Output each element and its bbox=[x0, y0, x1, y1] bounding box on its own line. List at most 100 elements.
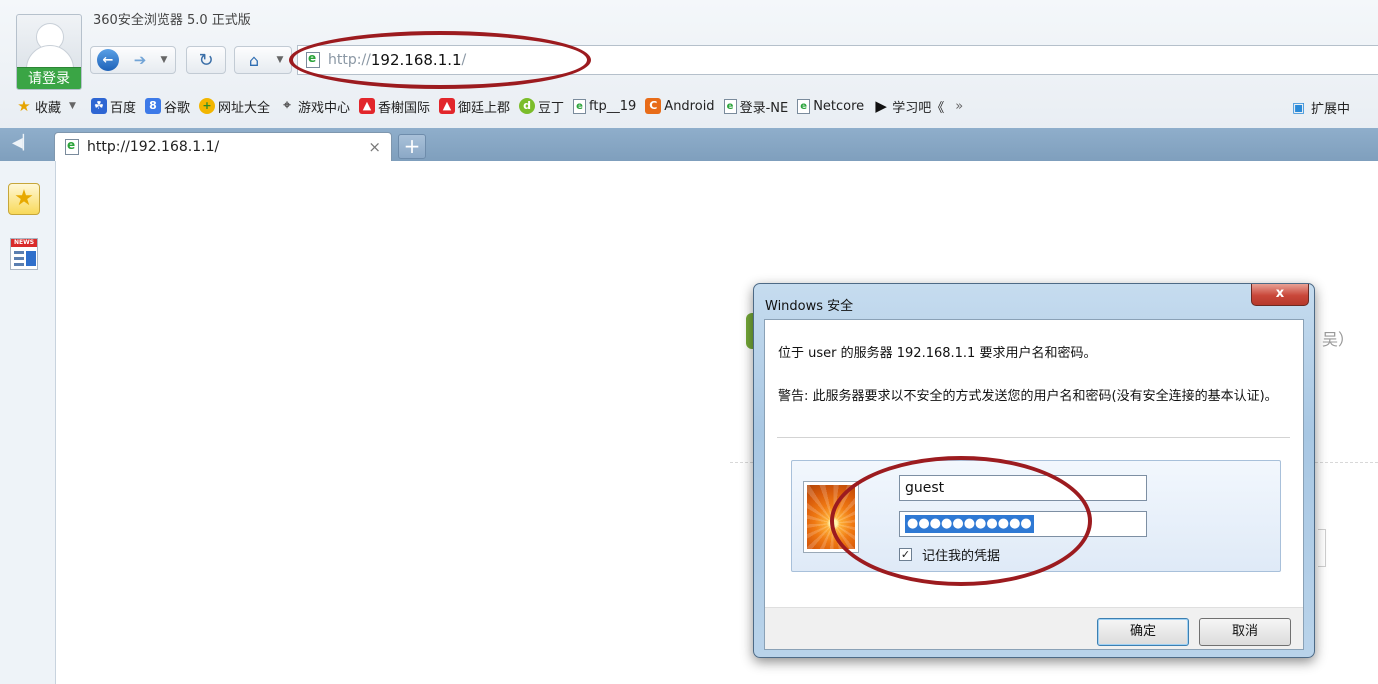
bookmark-label: 百度 bbox=[109, 100, 136, 116]
house-icon: ▲ bbox=[359, 98, 375, 114]
bookmark-label: 登录-NE bbox=[739, 100, 789, 116]
page-icon bbox=[65, 138, 79, 155]
page-icon: e bbox=[573, 98, 587, 114]
baidu-c-icon: C bbox=[645, 98, 662, 114]
dialog-close-button[interactable]: x bbox=[1251, 284, 1309, 306]
password-field[interactable]: ●●●●●●●●●●● bbox=[899, 511, 1147, 537]
baidu-icon: ☘ bbox=[90, 98, 107, 114]
cancel-button[interactable]: 取消 bbox=[1199, 618, 1291, 646]
arrow-left-bar-icon: ◀▏ bbox=[12, 135, 34, 151]
tab-scroll-left-button[interactable]: ◀▏ bbox=[12, 135, 34, 155]
back-arrow-icon: ← bbox=[97, 49, 119, 71]
remember-credentials[interactable]: ✓ 记住我的凭据 bbox=[899, 545, 1000, 564]
page-icon: e bbox=[797, 98, 811, 114]
bookmark-yuting[interactable]: ▲ 御廷上郡 bbox=[439, 97, 510, 116]
user-avatar[interactable]: 请登录 bbox=[16, 14, 82, 90]
remember-label: 记住我的凭据 bbox=[922, 549, 1001, 564]
extensions-button[interactable]: ▣ 扩展中 bbox=[1292, 98, 1351, 118]
news-badge: NEWS bbox=[11, 239, 37, 247]
star-icon: ★ bbox=[14, 186, 34, 211]
dialog-message: 位于 user 的服务器 192.168.1.1 要求用户名和密码。 bbox=[778, 346, 1097, 361]
bookmark-label: 网址大全 bbox=[217, 100, 270, 116]
sidebar-news-button[interactable]: NEWS bbox=[10, 238, 38, 270]
bookmark-games[interactable]: ⌖ 游戏中心 bbox=[279, 97, 350, 116]
app-title: 360安全浏览器 5.0 正式版 bbox=[93, 13, 251, 28]
new-tab-button[interactable]: + bbox=[398, 134, 426, 159]
bookmark-label: Android bbox=[664, 98, 715, 114]
back-button[interactable]: ← bbox=[94, 47, 122, 73]
dialog-separator bbox=[777, 437, 1290, 438]
browser-chrome: 请登录 360安全浏览器 5.0 正式版 ← ➔ ▼ ↻ ⌂ ▼ http://… bbox=[0, 0, 1378, 128]
site-directory-icon: + bbox=[198, 98, 215, 114]
house-icon: ▲ bbox=[439, 98, 456, 114]
bookmark-label: 游戏中心 bbox=[297, 100, 350, 116]
sidebar-favorites-button[interactable]: ★ bbox=[8, 183, 40, 215]
username-field[interactable]: guest bbox=[899, 475, 1147, 501]
bookmark-label: Netcore bbox=[813, 98, 865, 114]
background-text-fragment: 吴） bbox=[1322, 330, 1355, 349]
douding-icon: d bbox=[519, 98, 536, 114]
history-dropdown[interactable]: ▼ bbox=[155, 47, 173, 73]
bookmark-xiangxie[interactable]: ▲ 香榭国际 bbox=[359, 97, 430, 116]
bookmarks-more-button[interactable]: » bbox=[955, 99, 963, 114]
star-icon: ★ bbox=[17, 97, 31, 115]
bookmark-favorites[interactable]: ★ 收藏 ▼ bbox=[16, 97, 76, 116]
bookmark-android[interactable]: C Android bbox=[645, 98, 715, 114]
bookmark-sites[interactable]: + 网址大全 bbox=[198, 97, 270, 116]
username-value: guest bbox=[905, 480, 945, 496]
dialog-title: Windows 安全 bbox=[765, 299, 854, 314]
home-group: ⌂ ▼ bbox=[234, 46, 292, 74]
bookmark-google[interactable]: 8 谷歌 bbox=[144, 97, 190, 116]
google-icon: 8 bbox=[144, 98, 161, 114]
refresh-group: ↻ bbox=[186, 46, 226, 74]
gamepad-icon: ⌖ bbox=[283, 98, 291, 113]
url-path: / bbox=[461, 52, 467, 68]
news-block bbox=[26, 251, 36, 266]
credential-panel: guest ●●●●●●●●●●● ✓ 记住我的凭据 bbox=[791, 460, 1281, 572]
url-host: 192.168.1.1 bbox=[370, 51, 462, 69]
bookmark-xuexiba[interactable]: ▶ 学习吧《 bbox=[873, 97, 944, 116]
bookmark-login-ne[interactable]: e 登录-NE bbox=[723, 97, 789, 116]
bookmark-label: 学习吧《 bbox=[892, 100, 945, 116]
flower-avatar-icon bbox=[807, 485, 855, 549]
remember-checkbox[interactable]: ✓ bbox=[899, 548, 912, 561]
tab-title: http://192.168.1.1/ bbox=[87, 139, 220, 155]
extensions-label: 扩展中 bbox=[1311, 102, 1351, 117]
chevron-down-icon: ▼ bbox=[276, 55, 284, 65]
home-button[interactable]: ⌂ bbox=[237, 47, 271, 73]
windows-security-dialog: Windows 安全 x 位于 user 的服务器 192.168.1.1 要求… bbox=[753, 283, 1315, 658]
bookmark-ftp[interactable]: e ftp__19 bbox=[573, 98, 637, 114]
tab-active[interactable]: http://192.168.1.1/ × bbox=[54, 132, 392, 161]
address-bar[interactable]: http:// 192.168.1.1 / bbox=[297, 45, 1378, 75]
dialog-footer: 确定 取消 bbox=[765, 607, 1303, 649]
bookmark-baidu[interactable]: ☘ 百度 bbox=[90, 97, 136, 116]
bookmark-label: 谷歌 bbox=[163, 100, 190, 116]
sidebar: ★ NEWS bbox=[0, 161, 56, 684]
chevron-down-icon: ▼ bbox=[69, 101, 76, 111]
news-line bbox=[14, 251, 24, 254]
page-icon bbox=[306, 51, 320, 68]
extension-cube-icon: ▣ bbox=[1292, 99, 1306, 116]
refresh-button[interactable]: ↻ bbox=[187, 47, 225, 73]
tab-close-button[interactable]: × bbox=[368, 138, 381, 156]
bookmark-douding[interactable]: d 豆丁 bbox=[519, 97, 564, 116]
password-mask: ●●●●●●●●●●● bbox=[905, 515, 1034, 533]
user-tile bbox=[803, 481, 859, 553]
url-scheme: http:// bbox=[328, 52, 371, 68]
tab-strip: ◀▏ http://192.168.1.1/ × + bbox=[0, 128, 1378, 161]
home-icon: ⌂ bbox=[248, 50, 260, 70]
back-forward-group: ← ➔ ▼ bbox=[90, 46, 176, 74]
dialog-body: 位于 user 的服务器 192.168.1.1 要求用户名和密码。 警告: 此… bbox=[764, 319, 1304, 650]
refresh-icon: ↻ bbox=[198, 49, 214, 71]
home-dropdown[interactable]: ▼ bbox=[271, 47, 289, 73]
bookmark-label: ftp__19 bbox=[589, 98, 637, 114]
forward-button[interactable]: ➔ bbox=[125, 47, 155, 73]
ok-button[interactable]: 确定 bbox=[1097, 618, 1189, 646]
play-arrow-icon: ▶ bbox=[875, 97, 887, 115]
login-button[interactable]: 请登录 bbox=[17, 67, 81, 89]
forward-arrow-icon: ➔ bbox=[133, 51, 147, 69]
news-line bbox=[14, 263, 24, 266]
bookmark-netcore[interactable]: e Netcore bbox=[797, 98, 865, 114]
bookmark-label: 豆丁 bbox=[538, 100, 565, 116]
bookmark-label: 收藏 bbox=[35, 100, 62, 116]
